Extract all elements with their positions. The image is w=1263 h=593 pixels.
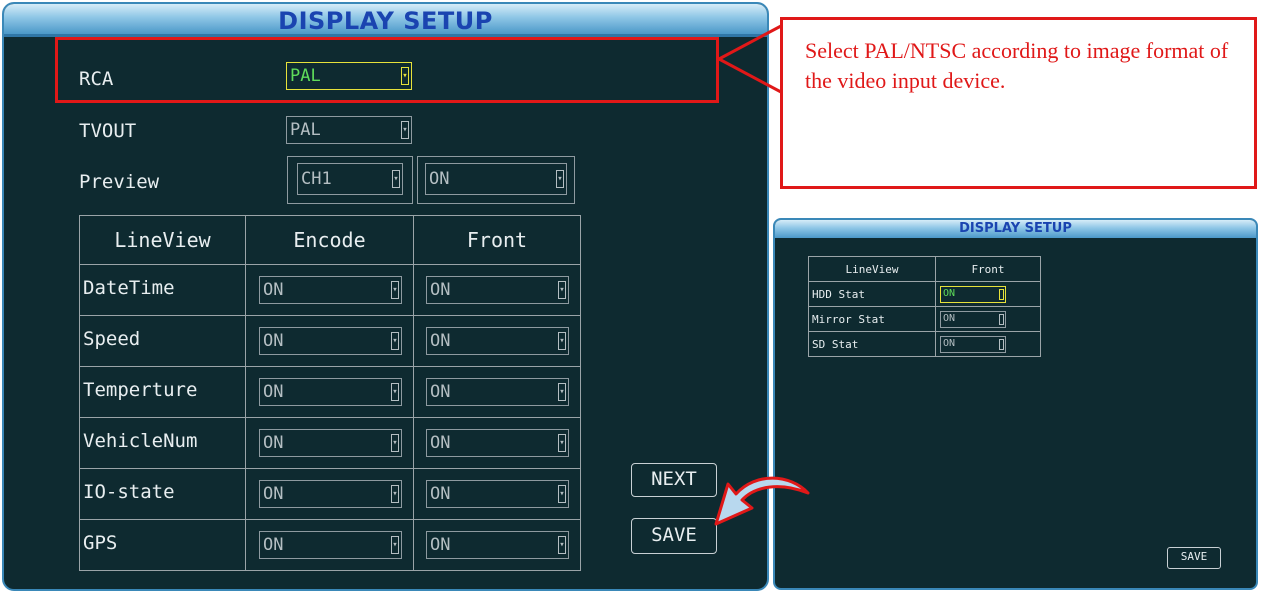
- curved-arrow-shape: [714, 476, 810, 526]
- curved-arrow-icon: [714, 476, 810, 526]
